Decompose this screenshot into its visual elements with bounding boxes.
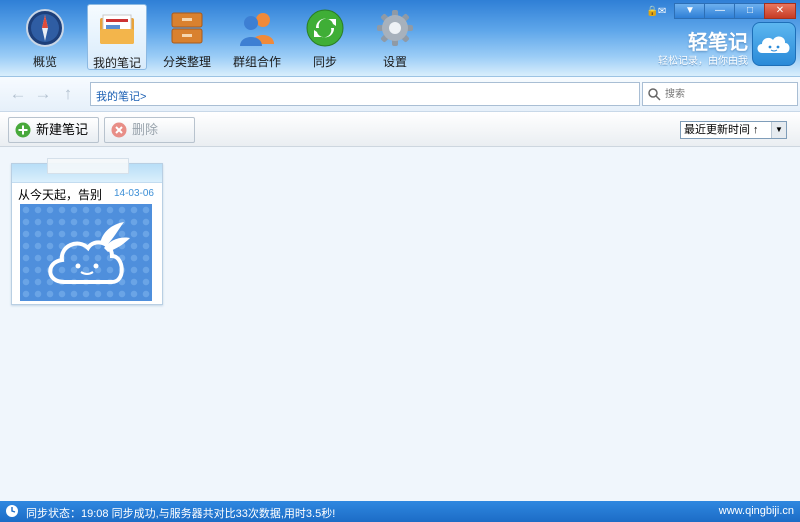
chevron-down-icon[interactable]: ▼: [771, 122, 786, 138]
cabinet-icon: [171, 12, 203, 44]
search-icon: [648, 88, 661, 101]
sort-value: 最近更新时间 ↑: [684, 124, 759, 136]
forward-arrow-icon[interactable]: →: [34, 85, 52, 103]
delete-icon: [111, 122, 127, 138]
gear-icon: [377, 10, 413, 46]
note-thumbnail: [20, 204, 152, 301]
toolbar-categorize[interactable]: 分类整理: [157, 4, 217, 70]
note-title: 从今天起，告别: [18, 188, 103, 202]
toolbar-group-label: 群组合作: [232, 55, 281, 69]
window-controls: 🔒 ✉ ▼ — □ ✕: [646, 3, 796, 19]
notes-area: 从今天起，告别 14-03-06: [0, 147, 800, 501]
toolbar-my-notes[interactable]: 我的笔记: [87, 4, 147, 70]
group-icon: [240, 13, 274, 46]
note-card-tape: [47, 158, 129, 174]
search-input[interactable]: [663, 86, 795, 102]
toolbar-overview-label: 概览: [32, 55, 57, 69]
toolbar-overview[interactable]: 概览: [15, 4, 75, 70]
dropdown-button[interactable]: ▼: [674, 3, 706, 19]
toolbar-my-notes-label: 我的笔记: [92, 56, 141, 70]
maximize-button[interactable]: □: [734, 3, 766, 19]
cloud-mascot-icon: [48, 222, 130, 284]
delete-button[interactable]: 删除: [104, 117, 195, 143]
new-note-label: 新建笔记: [36, 122, 89, 137]
compass-icon: [26, 9, 64, 47]
new-note-button[interactable]: 新建笔记: [8, 117, 99, 143]
note-card[interactable]: 从今天起，告别 14-03-06: [11, 158, 163, 305]
lock-icon[interactable]: 🔒: [646, 6, 658, 17]
up-arrow-icon[interactable]: ↑: [59, 85, 77, 103]
brand-title: 轻笔记: [688, 32, 748, 54]
notes-folder-icon: [100, 14, 134, 44]
minimize-button[interactable]: —: [704, 3, 736, 19]
main-toolbar: 概览 我的笔记 分类整理 群组合作 同步 设置 🔒 ✉ ▼ — □ ✕ 轻笔记 …: [0, 0, 800, 77]
toolbar-sync-label: 同步: [312, 55, 337, 69]
note-date: 14-03-06: [113, 188, 154, 199]
toolbar-group[interactable]: 群组合作: [227, 4, 287, 70]
toolbar-settings[interactable]: 设置: [365, 4, 425, 70]
cloud-logo-icon: [757, 36, 790, 53]
search-box[interactable]: [642, 82, 798, 106]
toolbar-categorize-label: 分类整理: [162, 55, 211, 69]
toolbar-sync[interactable]: 同步: [295, 4, 355, 70]
action-bar: 新建笔记 删除 最近更新时间 ↑ ▼: [0, 112, 800, 147]
skin-icon[interactable]: ✉: [658, 6, 668, 17]
back-arrow-icon[interactable]: ←: [9, 85, 27, 103]
brand-logo: [752, 22, 796, 66]
close-button[interactable]: ✕: [764, 3, 796, 19]
navigation-bar: ← → ↑ 我的笔记>: [0, 77, 800, 112]
website-link[interactable]: www.qingbiji.cn: [719, 505, 794, 517]
breadcrumb-text[interactable]: 我的笔记>: [96, 88, 146, 104]
brand-slogan: 轻松记录，由你由我: [658, 56, 748, 67]
sync-status-text: 同步状态：19:08 同步成功,与服务器共对比33次数据,用时3.5秒!: [26, 508, 336, 520]
sync-icon: [306, 9, 344, 47]
breadcrumb[interactable]: 我的笔记>: [90, 82, 640, 106]
toolbar-settings-label: 设置: [382, 55, 407, 69]
sort-select[interactable]: 最近更新时间 ↑ ▼: [680, 121, 787, 139]
delete-label: 删除: [132, 122, 159, 137]
plus-circle-icon: [15, 122, 31, 138]
clock-icon: [6, 505, 18, 517]
status-bar: 同步状态：19:08 同步成功,与服务器共对比33次数据,用时3.5秒! www…: [0, 501, 800, 522]
